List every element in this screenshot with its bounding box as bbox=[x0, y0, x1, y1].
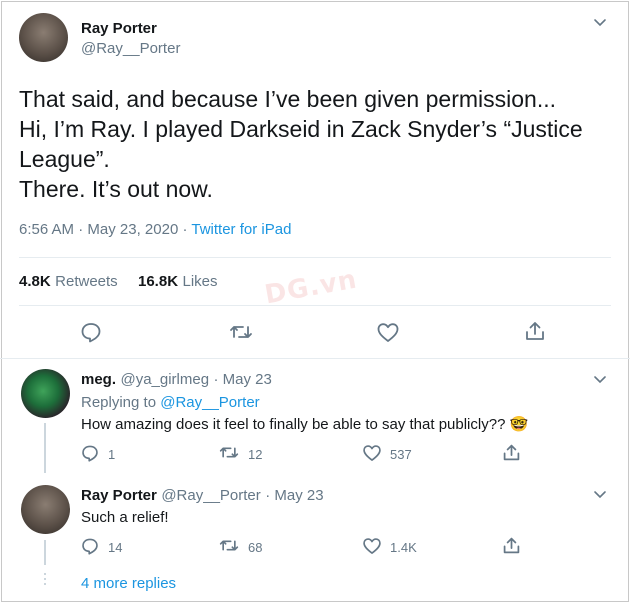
retweet-icon[interactable] bbox=[219, 537, 239, 554]
reply-icon[interactable] bbox=[81, 444, 99, 462]
heart-icon[interactable] bbox=[362, 444, 382, 462]
divider bbox=[19, 257, 611, 258]
thread-line bbox=[44, 540, 46, 565]
tweet-time[interactable]: 6:56 AM bbox=[19, 221, 74, 238]
share-icon[interactable] bbox=[502, 536, 521, 555]
reply-author-handle[interactable]: @Ray__Porter bbox=[161, 487, 260, 504]
likes-count: 16.8K bbox=[138, 273, 179, 290]
reply-text: How amazing does it feel to finally be a… bbox=[81, 415, 528, 433]
tweet-timestamp: 6:56 AM · May 23, 2020 · Twitter for iPa… bbox=[19, 221, 291, 238]
divider bbox=[19, 305, 611, 306]
author-avatar[interactable] bbox=[19, 13, 68, 62]
replying-to: Replying to @Ray__Porter bbox=[81, 394, 260, 411]
tweet-text-line: League”. bbox=[19, 146, 110, 172]
reply-header: Ray Porter @Ray__Porter · May 23 bbox=[81, 487, 324, 505]
reply-author-handle[interactable]: @ya_girlmeg bbox=[120, 371, 209, 388]
retweet-icon[interactable] bbox=[219, 444, 239, 461]
tweet-text-line: Hi, I’m Ray. I played Darkseid in Zack S… bbox=[19, 116, 583, 142]
reply-avatar[interactable] bbox=[21, 485, 70, 534]
tweet-text-line: There. It’s out now. bbox=[19, 176, 213, 202]
separator: · bbox=[78, 221, 84, 238]
tweet-text: That said, and because I’ve been given p… bbox=[19, 84, 619, 204]
share-icon[interactable] bbox=[502, 443, 521, 462]
retweets-count: 4.8K bbox=[19, 273, 51, 290]
reply-text-body: How amazing does it feel to finally be a… bbox=[81, 416, 506, 433]
share-icon[interactable] bbox=[524, 320, 546, 342]
more-replies-link[interactable]: 4 more replies bbox=[81, 575, 176, 592]
nerd-face-emoji: 🤓 bbox=[509, 416, 529, 433]
like-count: 1.4K bbox=[390, 540, 417, 555]
tweet-date[interactable]: May 23, 2020 bbox=[87, 221, 178, 238]
replying-to-handle[interactable]: @Ray__Porter bbox=[160, 394, 259, 411]
tweet-source[interactable]: Twitter for iPad bbox=[191, 221, 291, 238]
chevron-down-icon[interactable] bbox=[593, 375, 607, 385]
reply-icon[interactable] bbox=[80, 321, 102, 343]
likes-label: Likes bbox=[182, 273, 218, 290]
separator: · bbox=[182, 221, 188, 238]
retweets-stat[interactable]: 4.8K Retweets bbox=[19, 273, 118, 291]
retweets-label: Retweets bbox=[55, 273, 118, 290]
divider bbox=[0, 358, 630, 359]
reply-text-body: Such a relief! bbox=[81, 509, 169, 526]
thread-dots bbox=[43, 573, 47, 588]
like-count: 537 bbox=[390, 447, 412, 462]
author-name[interactable]: Ray Porter bbox=[81, 20, 157, 37]
reply-count: 1 bbox=[108, 447, 116, 462]
reply-avatar[interactable] bbox=[21, 369, 70, 418]
retweet-count: 12 bbox=[248, 447, 263, 462]
tweet-text-line: That said, and because I’ve been given p… bbox=[19, 86, 556, 112]
heart-icon[interactable] bbox=[362, 537, 382, 555]
reply-date[interactable]: · May 23 bbox=[265, 487, 323, 504]
likes-stat[interactable]: 16.8K Likes bbox=[138, 273, 218, 291]
reply-count: 14 bbox=[108, 540, 123, 555]
reply-author-name[interactable]: Ray Porter bbox=[81, 487, 157, 504]
replying-label: Replying to bbox=[81, 394, 157, 411]
reply-header: meg. @ya_girlmeg · May 23 bbox=[81, 371, 272, 389]
author-handle[interactable]: @Ray__Porter bbox=[81, 40, 180, 57]
reply-author-name[interactable]: meg. bbox=[81, 371, 116, 388]
thread-line bbox=[44, 423, 46, 473]
chevron-down-icon[interactable] bbox=[593, 490, 607, 500]
retweet-icon[interactable] bbox=[229, 322, 253, 342]
retweet-count: 68 bbox=[248, 540, 263, 555]
reply-icon[interactable] bbox=[81, 537, 99, 555]
chevron-down-icon[interactable] bbox=[593, 18, 607, 28]
reply-date[interactable]: · May 23 bbox=[214, 371, 272, 388]
heart-icon[interactable] bbox=[376, 322, 400, 343]
